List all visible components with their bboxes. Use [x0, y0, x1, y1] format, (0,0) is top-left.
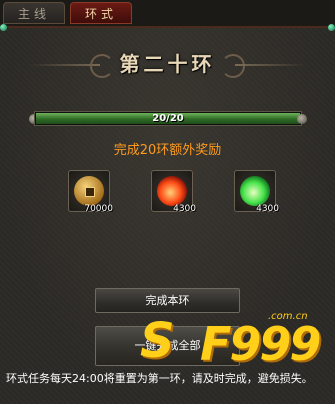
tab-bar: 主线 环式 [0, 0, 335, 28]
gem-ornament-icon [0, 24, 7, 31]
red-flame-orb-icon [157, 176, 187, 206]
progress-text: 20/20 [152, 113, 184, 124]
green-flame-orb-icon [240, 176, 270, 206]
gem-ornament-icon [328, 24, 335, 31]
reward-slot-green-orb[interactable]: 4300 [234, 170, 279, 214]
reward-quantity: 70000 [84, 204, 113, 214]
reward-quantity: 4300 [256, 204, 279, 214]
ornament-line [235, 64, 305, 66]
reset-notice: 环式任务每天24:00将重置为第一环，请及时完成，避免损失。 [6, 372, 313, 385]
sf999-watermark-logo: S F999 .com.cn [140, 311, 321, 371]
tab-ring-quest[interactable]: 环式 [70, 2, 132, 24]
tab-main-quest[interactable]: 主线 [3, 2, 65, 24]
reward-quantity: 4300 [173, 204, 196, 214]
reward-slot-gold[interactable]: 70000 [68, 170, 113, 214]
ring-title: 第二十环 [119, 52, 216, 76]
gold-coin-icon [74, 176, 104, 206]
reward-slot-red-orb[interactable]: 4300 [151, 170, 196, 214]
swirl-ornament-icon [221, 54, 245, 78]
quest-panel: 主线 环式 第二十环 20/20 完成20环额外奖励 70000 4300 43… [0, 0, 335, 404]
progress-cap-icon [297, 114, 307, 124]
progress-bar: 20/20 [34, 111, 302, 126]
title-banner: 第二十环 [30, 40, 305, 90]
reward-title: 完成20环额外奖励 [113, 143, 222, 158]
